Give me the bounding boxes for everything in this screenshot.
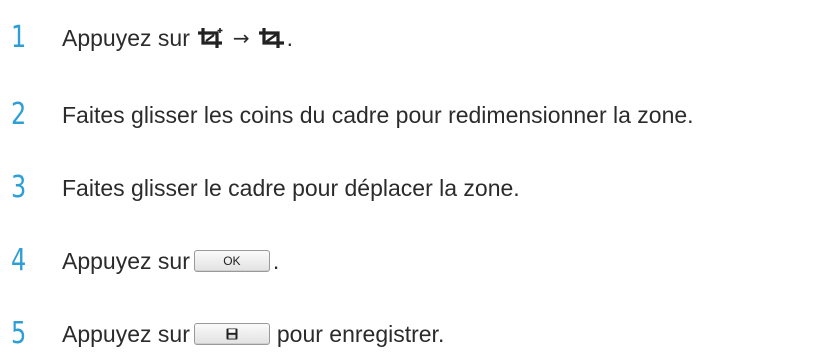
step-text-content: Faites glisser le cadre pour déplacer la… [62, 175, 520, 201]
save-disk-icon [226, 328, 238, 340]
step-text: Appuyez sur pour enregistrer. [62, 314, 444, 354]
step-text: Faites glisser le cadre pour déplacer la… [62, 168, 520, 208]
step-text-after: pour enregistrer. [276, 321, 445, 347]
save-button[interactable] [193, 323, 270, 345]
step-text-content: Faites glisser les coins du cadre pour r… [62, 102, 694, 128]
step-text: Appuyez sur → . [62, 18, 293, 58]
step-text: Faites glisser les coins du cadre pour r… [62, 95, 694, 135]
step-number: 4 [11, 243, 27, 278]
step-text-after: . [286, 25, 294, 51]
step-text-before: Appuyez sur [62, 25, 190, 51]
step-number: 3 [11, 170, 27, 205]
step-number: 5 [11, 316, 27, 351]
crop-icon [257, 27, 287, 49]
step-text-after: . [272, 248, 280, 274]
step-text-before: Appuyez sur [62, 321, 190, 347]
crop-tool-icon [196, 27, 226, 49]
arrow-right: → [232, 26, 250, 50]
step-text: Appuyez sur OK . [62, 241, 279, 281]
step-text-before: Appuyez sur [62, 248, 190, 274]
ok-button[interactable]: OK [193, 250, 270, 272]
step-number: 1 [11, 20, 27, 55]
step-number: 2 [11, 97, 27, 132]
